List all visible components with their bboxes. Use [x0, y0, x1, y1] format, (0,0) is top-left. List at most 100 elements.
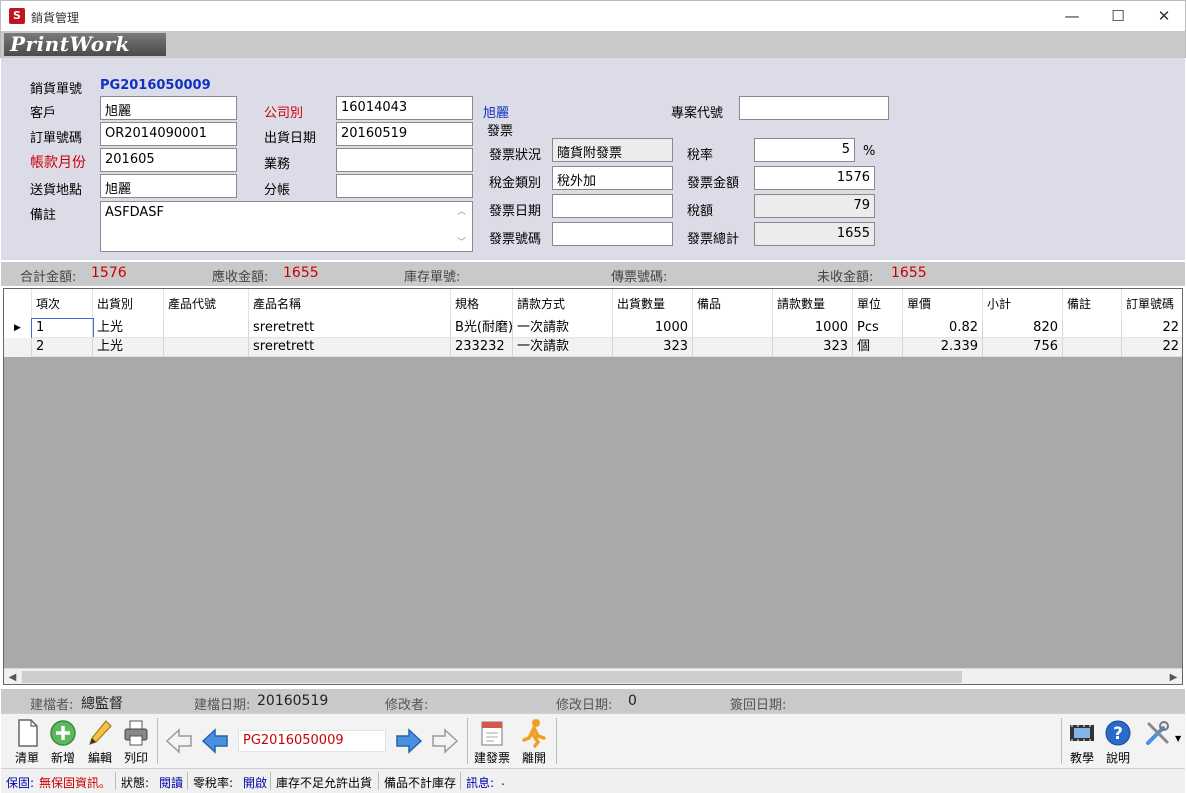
- grid-cell[interactable]: sreretrett: [249, 319, 451, 338]
- tools-button[interactable]: [1139, 716, 1175, 766]
- list-button[interactable]: 清單: [9, 716, 45, 766]
- company-field[interactable]: 16014043: [336, 96, 473, 120]
- ship-date-field[interactable]: 20160519: [336, 122, 473, 146]
- sum-value: 1576: [91, 265, 127, 281]
- column-header[interactable]: 備註: [1063, 289, 1122, 319]
- grid-cell[interactable]: [693, 319, 773, 338]
- bill-month-field[interactable]: 201605: [100, 148, 237, 172]
- grid-cell[interactable]: 一次請款: [513, 319, 613, 338]
- tutorial-button[interactable]: 教學: [1064, 716, 1100, 766]
- grid-cell[interactable]: 323: [773, 338, 853, 357]
- invoice-status-field[interactable]: 隨貨附發票: [552, 138, 673, 162]
- invoice-amount-field[interactable]: 1576: [754, 166, 875, 190]
- arrow-left-outline-icon: [165, 728, 192, 754]
- column-header[interactable]: 備品: [693, 289, 773, 319]
- column-header[interactable]: 請款數量: [773, 289, 853, 319]
- tax-rate-label: 稅率: [687, 148, 714, 163]
- record-number-field[interactable]: PG2016050009: [238, 730, 386, 752]
- grid-cell[interactable]: 一次請款: [513, 338, 613, 357]
- next-record-button[interactable]: [391, 716, 427, 766]
- tools-dropdown-icon[interactable]: ▼: [1175, 734, 1181, 743]
- column-header[interactable]: 規格: [451, 289, 513, 319]
- row-selector[interactable]: ▶: [4, 319, 32, 338]
- grid-cell[interactable]: 2.339: [903, 338, 983, 357]
- close-button[interactable]: ✕: [1141, 1, 1186, 32]
- grid-cell[interactable]: 1: [31, 318, 94, 339]
- sales-field[interactable]: [336, 148, 473, 172]
- grid-cell[interactable]: Pcs: [853, 319, 903, 338]
- ship-address-field[interactable]: 旭麗: [100, 174, 237, 198]
- customer-label: 客戶: [30, 106, 57, 121]
- grid-cell[interactable]: [693, 338, 773, 357]
- row-selector[interactable]: [4, 338, 32, 357]
- toolbar-separator: [157, 718, 158, 764]
- column-header[interactable]: 產品名稱: [249, 289, 451, 319]
- column-header[interactable]: 單價: [903, 289, 983, 319]
- grid-cell[interactable]: 1000: [773, 319, 853, 338]
- invoice-number-field[interactable]: [552, 222, 673, 246]
- branch-field[interactable]: [336, 174, 473, 198]
- column-header[interactable]: 單位: [853, 289, 903, 319]
- column-header[interactable]: 出貨數量: [613, 289, 693, 319]
- maximize-button[interactable]: ☐: [1095, 1, 1141, 32]
- edit-button[interactable]: 編輯: [82, 716, 118, 766]
- scroll-right-icon[interactable]: ▶: [1165, 669, 1182, 684]
- grid-cell[interactable]: 0.82: [903, 319, 983, 338]
- grid-cell[interactable]: [164, 319, 249, 338]
- grid-cell[interactable]: 820: [983, 319, 1063, 338]
- order-number-field[interactable]: OR2014090001: [100, 122, 237, 146]
- create-invoice-button[interactable]: 建發票: [474, 716, 510, 766]
- column-header[interactable]: 產品代號: [164, 289, 249, 319]
- scroll-thumb[interactable]: [22, 671, 962, 683]
- scroll-left-icon[interactable]: ◀: [4, 669, 21, 684]
- grid-cell[interactable]: 個: [853, 338, 903, 357]
- tax-amount-field[interactable]: 79: [754, 194, 875, 218]
- column-header[interactable]: 小計: [983, 289, 1063, 319]
- exit-button[interactable]: 離開: [516, 716, 552, 766]
- column-header[interactable]: 請款方式: [513, 289, 613, 319]
- grid-cell[interactable]: [164, 338, 249, 357]
- project-field[interactable]: [739, 96, 889, 120]
- plus-icon: [50, 720, 76, 746]
- creator-label: 建檔者:: [30, 698, 74, 713]
- column-header[interactable]: 項次: [32, 289, 93, 319]
- invoice-total-field[interactable]: 1655: [754, 222, 875, 246]
- invoice-total-label: 發票總計: [687, 232, 740, 247]
- printer-icon: [124, 720, 148, 746]
- grid-cell[interactable]: 756: [983, 338, 1063, 357]
- grid-cell[interactable]: sreretrett: [249, 338, 451, 357]
- tax-rate-field[interactable]: 5: [754, 138, 855, 162]
- grid-cell[interactable]: 上光: [93, 338, 164, 357]
- grid-cell[interactable]: [1063, 338, 1122, 357]
- help-button[interactable]: ? 說明: [1100, 716, 1136, 766]
- grid-cell[interactable]: 323: [613, 338, 693, 357]
- tax-type-field[interactable]: 稅外加: [552, 166, 673, 190]
- customer-field[interactable]: 旭麗: [100, 96, 237, 120]
- column-header[interactable]: 出貨別: [93, 289, 164, 319]
- grid-cell[interactable]: 233232: [451, 338, 513, 357]
- note-textarea[interactable]: ASFDASF: [100, 201, 473, 252]
- horizontal-scrollbar[interactable]: ◀ ▶: [4, 668, 1182, 684]
- scroll-down-icon[interactable]: ﹀: [457, 235, 466, 248]
- invoice-date-field[interactable]: [552, 194, 673, 218]
- scroll-up-icon[interactable]: ︿: [457, 204, 466, 217]
- grid-cell[interactable]: 1000: [613, 319, 693, 338]
- grid-cell[interactable]: B光(耐磨): [451, 319, 513, 338]
- project-label: 專案代號: [671, 106, 724, 121]
- grid-cell[interactable]: 上光: [93, 319, 164, 338]
- grid-cell[interactable]: [1063, 319, 1122, 338]
- first-record-button[interactable]: [161, 716, 197, 766]
- add-button[interactable]: 新增: [45, 716, 81, 766]
- minimize-button[interactable]: —: [1049, 1, 1095, 32]
- unpaid-label: 未收金額:: [817, 270, 874, 285]
- grid-cell[interactable]: 22: [1122, 319, 1182, 338]
- toolbar-separator: [1061, 718, 1062, 764]
- print-button[interactable]: 列印: [118, 716, 154, 766]
- grid-cell[interactable]: 22: [1122, 338, 1182, 357]
- column-header[interactable]: 訂單號碼: [1122, 289, 1182, 319]
- last-record-button[interactable]: [427, 716, 463, 766]
- grid-cell[interactable]: 2: [32, 338, 93, 357]
- previous-record-button[interactable]: [197, 716, 233, 766]
- state-label: 狀態:: [121, 776, 150, 790]
- create-date-value: 20160519: [257, 693, 329, 709]
